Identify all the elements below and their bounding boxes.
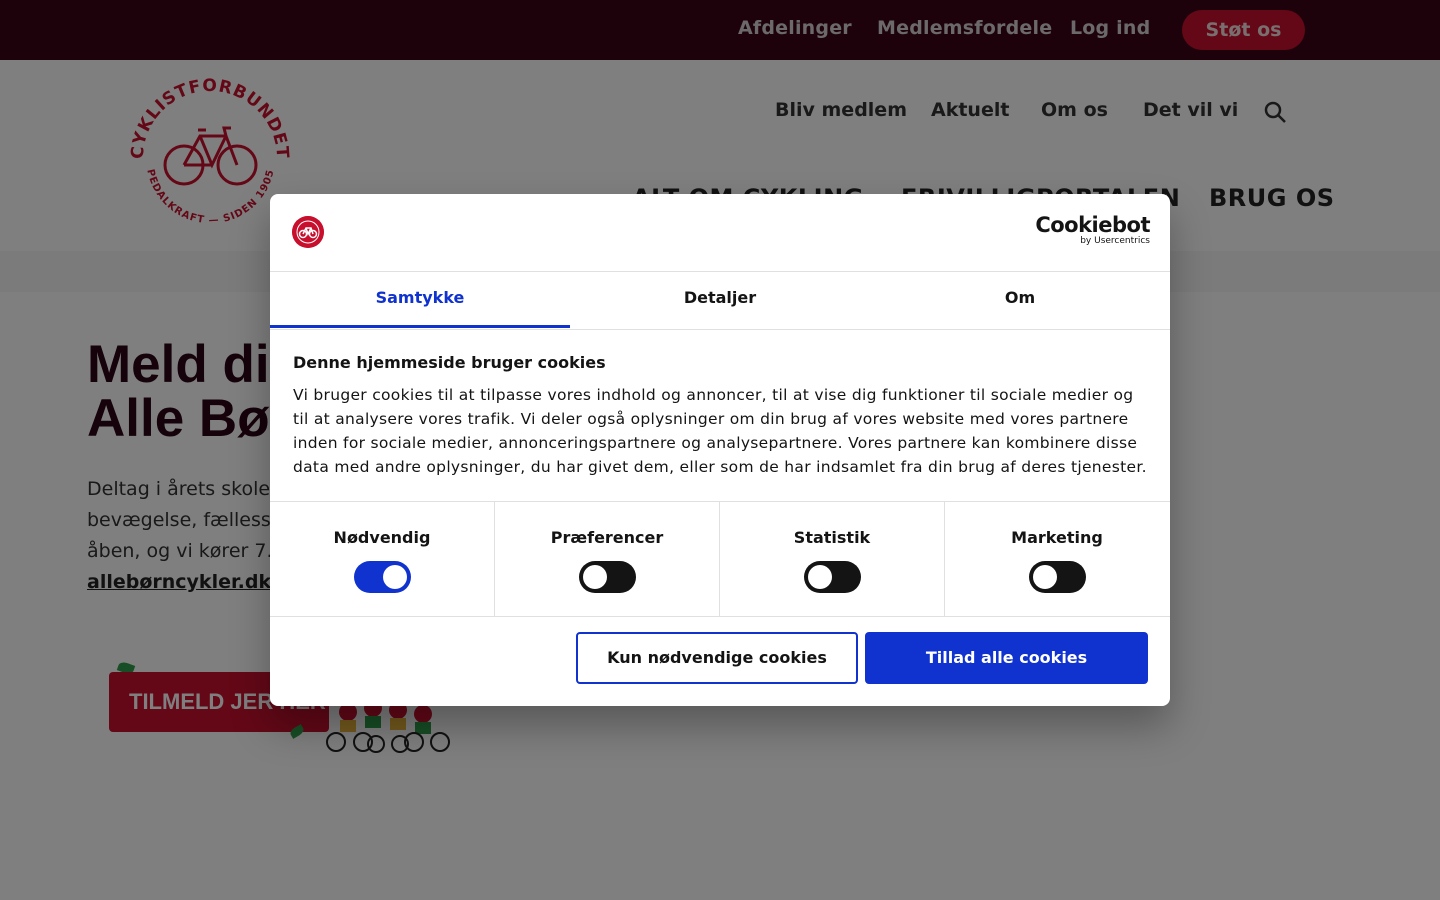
dialog-body-text: Vi bruger cookies til at tilpasse vores … [293,386,1147,476]
toggle-marketing[interactable] [1029,561,1086,593]
dialog-title: Denne hjemmeside bruger cookies [293,353,606,372]
allow-necessary-button[interactable]: Kun nødvendige cookies [576,632,858,684]
cookiebot-logo-subtext: by Usercentrics [1080,236,1150,246]
toggle-knob [383,565,407,589]
toggle-statistik[interactable] [804,561,861,593]
toggle-nodvendig[interactable] [354,561,411,593]
category-nodvendig: Nødvendig [270,502,495,616]
category-label: Marketing [1011,528,1103,547]
cookiebot-logo-text: Cookiebot [1035,213,1150,237]
cookiebot-brand[interactable]: Cookiebot by Usercentrics [1030,214,1150,246]
tab-detaljer[interactable]: Detaljer [570,271,870,329]
category-label: Præferencer [550,528,664,547]
consent-categories: Nødvendig Præferencer Statistik Marketin… [270,501,1170,617]
toggle-knob [1033,565,1057,589]
toggle-praeferencer[interactable] [579,561,636,593]
tab-om[interactable]: Om [870,271,1170,329]
cookie-consent-dialog: Cookiebot by Usercentrics Samtykke Detal… [270,194,1170,706]
active-tab-indicator [270,325,570,328]
category-marketing: Marketing [945,502,1169,616]
category-statistik: Statistik [720,502,945,616]
toggle-knob [583,565,607,589]
site-logo-icon [292,216,324,248]
toggle-knob [808,565,832,589]
allow-all-button[interactable]: Tillad alle cookies [865,632,1148,684]
dialog-tabs: Samtykke Detaljer Om [270,271,1170,330]
tab-samtykke[interactable]: Samtykke [270,271,570,329]
dialog-header: Cookiebot by Usercentrics [270,194,1170,272]
category-praeferencer: Præferencer [495,502,720,616]
category-label: Nødvendig [333,528,431,547]
category-label: Statistik [793,528,871,547]
